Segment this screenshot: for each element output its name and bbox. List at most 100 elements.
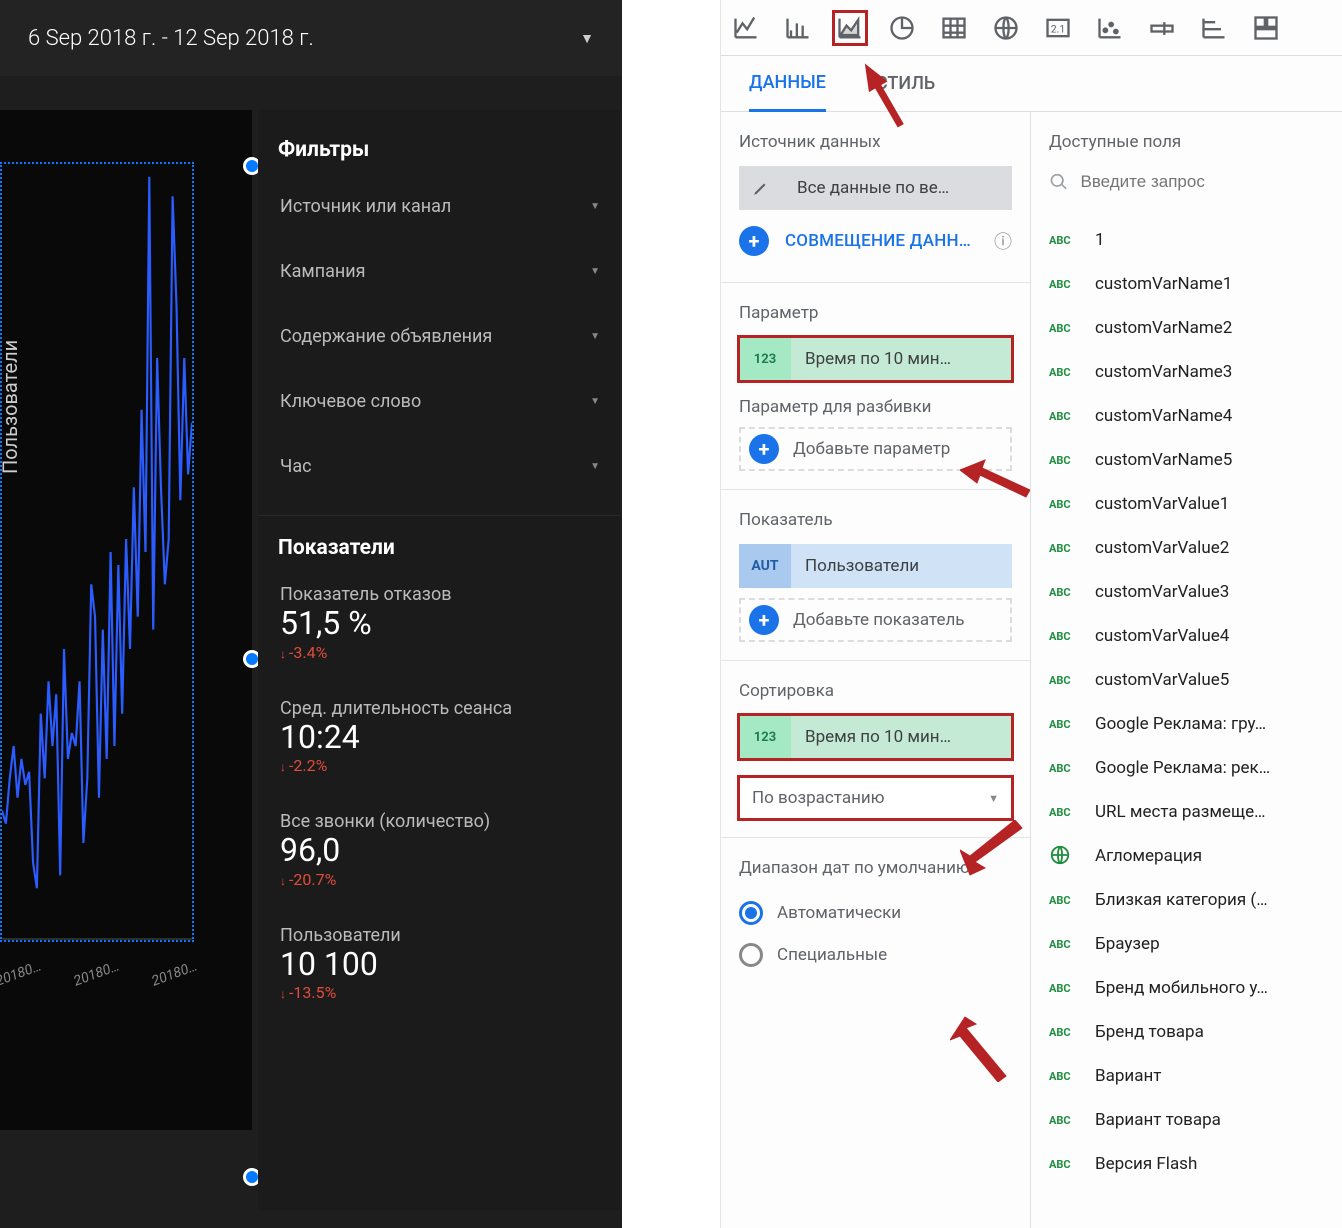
fields-panel: Доступные поля ABC1ABCcustomVarName1ABCc… [1031, 112, 1342, 1228]
bar-chart-icon[interactable] [781, 11, 815, 45]
abc-type-icon: ABC [1049, 454, 1083, 467]
abc-type-icon: ABC [1049, 278, 1083, 291]
pivot-chart-icon[interactable] [1249, 11, 1283, 45]
abc-type-icon: ABC [1049, 366, 1083, 379]
chevron-down-icon: ▼ [580, 30, 594, 47]
chevron-down-icon: ▼ [590, 396, 600, 407]
field-row[interactable]: Агломерация [1049, 834, 1326, 878]
available-fields-label: Доступные поля [1049, 132, 1326, 152]
svg-text:2.1: 2.1 [1051, 22, 1066, 35]
field-row[interactable]: ABCcustomVarValue5 [1049, 658, 1326, 702]
filter-row[interactable]: Ключевое слово▼ [258, 369, 620, 434]
chart-type-toolbar: 2.1 [721, 0, 1342, 56]
scorecard-icon[interactable]: 2.1 [1041, 11, 1075, 45]
field-row[interactable]: ABCGoogle Реклама: рек… [1049, 746, 1326, 790]
properties-tabs: ДАННЫЕ СТИЛЬ [721, 56, 1342, 112]
chevron-down-icon: ▼ [590, 201, 600, 212]
metrics-header: Показатели [258, 516, 620, 572]
field-row[interactable]: ABCcustomVarName3 [1049, 350, 1326, 394]
dimension-label: Параметр [739, 303, 1012, 323]
table-icon[interactable] [937, 11, 971, 45]
field-row[interactable]: ABCcustomVarValue4 [1049, 614, 1326, 658]
radio-custom[interactable]: Специальные [739, 934, 1012, 976]
abc-type-icon: ABC [1049, 234, 1083, 247]
annotation-arrow [960, 450, 1030, 514]
tab-data[interactable]: ДАННЫЕ [749, 56, 826, 112]
fields-search[interactable] [1049, 160, 1326, 204]
data-source-chip[interactable]: Все данные по ве… [739, 166, 1012, 210]
filter-row[interactable]: Содержание объявления▼ [258, 304, 620, 369]
radio-auto[interactable]: Автоматически [739, 892, 1012, 934]
annotation-arrow [960, 820, 1030, 894]
line-chart-icon[interactable] [729, 11, 763, 45]
sort-label: Сортировка [739, 681, 1012, 701]
chevron-down-icon: ▼ [590, 461, 600, 472]
field-row[interactable]: ABCВариант товара [1049, 1098, 1326, 1142]
add-metric-button[interactable]: + Добавьте показатель [739, 598, 1012, 642]
field-row[interactable]: ABCcustomVarName4 [1049, 394, 1326, 438]
field-row[interactable]: ABCcustomVarName2 [1049, 306, 1326, 350]
preview-canvas: 6 Sep 2018 г. - 12 Sep 2018 г. ▼ Пользов… [0, 0, 622, 1228]
sort-chip[interactable]: 123 Время по 10 мин… [739, 715, 1012, 759]
field-row[interactable]: ABCБлизкая категория (… [1049, 878, 1326, 922]
geo-type-icon [1049, 844, 1083, 869]
abc-type-icon: ABC [1049, 1158, 1083, 1171]
abc-type-icon: ABC [1049, 982, 1083, 995]
field-row[interactable]: ABCURL места размеще… [1049, 790, 1326, 834]
abc-type-icon: ABC [1049, 718, 1083, 731]
filters-header: Фильтры [258, 118, 620, 174]
abc-type-icon: ABC [1049, 938, 1083, 951]
bullet-chart-icon[interactable] [1145, 11, 1179, 45]
geo-chart-icon[interactable] [989, 11, 1023, 45]
time-series-chart[interactable]: Пользователи 20180… 20180… 20180… [0, 162, 194, 942]
radio-off-icon [739, 943, 763, 967]
sort-direction-select[interactable]: По возрастанию ▼ [739, 777, 1012, 819]
metric-chip[interactable]: AUT Пользователи [739, 544, 1012, 588]
preview-sidebar: Фильтры Источник или канал▼Кампания▼Соде… [258, 110, 620, 1210]
plus-icon: + [739, 226, 769, 256]
properties-panel: 2.1 ДАННЫЕ СТИЛЬ Источник данных Все дан… [720, 0, 1342, 1228]
field-row[interactable]: ABC1 [1049, 218, 1326, 262]
abc-type-icon: ABC [1049, 674, 1083, 687]
abc-type-icon: ABC [1049, 894, 1083, 907]
field-row[interactable]: ABCcustomVarName5 [1049, 438, 1326, 482]
filter-row[interactable]: Час▼ [258, 434, 620, 499]
field-row[interactable]: ABCБренд мобильного у… [1049, 966, 1326, 1010]
filter-row[interactable]: Кампания▼ [258, 239, 620, 304]
field-row[interactable]: ABCcustomVarValue2 [1049, 526, 1326, 570]
blend-data-button[interactable]: + СОВМЕЩЕНИЕ ДАНН… ⓘ [739, 218, 1012, 264]
abc-type-icon: ABC [1049, 1070, 1083, 1083]
pencil-icon[interactable] [739, 166, 783, 210]
abc-type-icon: ABC [1049, 630, 1083, 643]
abc-type-icon: ABC [1049, 498, 1083, 511]
date-range-value: 6 Sep 2018 г. - 12 Sep 2018 г. [28, 26, 314, 51]
barh-chart-icon[interactable] [1197, 11, 1231, 45]
field-row[interactable]: ABCGoogle Реклама: гру… [1049, 702, 1326, 746]
abc-type-icon: ABC [1049, 762, 1083, 775]
filter-row[interactable]: Источник или канал▼ [258, 174, 620, 239]
metric-block: Пользователи 10 100 -13.5% [258, 925, 620, 1027]
annotation-arrow [950, 1012, 1020, 1086]
field-row[interactable]: ABCcustomVarValue3 [1049, 570, 1326, 614]
data-source-label: Источник данных [739, 132, 1012, 152]
chevron-down-icon: ▼ [590, 331, 600, 342]
area-chart-icon[interactable] [833, 11, 867, 45]
date-range-selector[interactable]: 6 Sep 2018 г. - 12 Sep 2018 г. ▼ [0, 0, 622, 76]
field-row[interactable]: ABCВариант [1049, 1054, 1326, 1098]
abc-type-icon: ABC [1049, 806, 1083, 819]
annotation-arrow [858, 60, 908, 134]
dimension-chip[interactable]: 123 Время по 10 мин… [739, 337, 1012, 381]
plus-icon: + [749, 605, 779, 635]
abc-type-icon: ABC [1049, 1026, 1083, 1039]
field-row[interactable]: ABCcustomVarValue1 [1049, 482, 1326, 526]
field-row[interactable]: ABCБренд товара [1049, 1010, 1326, 1054]
field-row[interactable]: ABCcustomVarName1 [1049, 262, 1326, 306]
field-row[interactable]: ABCБраузер [1049, 922, 1326, 966]
pie-chart-icon[interactable] [885, 11, 919, 45]
scatter-chart-icon[interactable] [1093, 11, 1127, 45]
abc-type-icon: ABC [1049, 1114, 1083, 1127]
breakdown-label: Параметр для разбивки [739, 397, 1012, 417]
fields-search-input[interactable] [1081, 172, 1327, 192]
field-row[interactable]: ABCВерсия Flash [1049, 1142, 1326, 1186]
search-icon [1049, 171, 1069, 193]
